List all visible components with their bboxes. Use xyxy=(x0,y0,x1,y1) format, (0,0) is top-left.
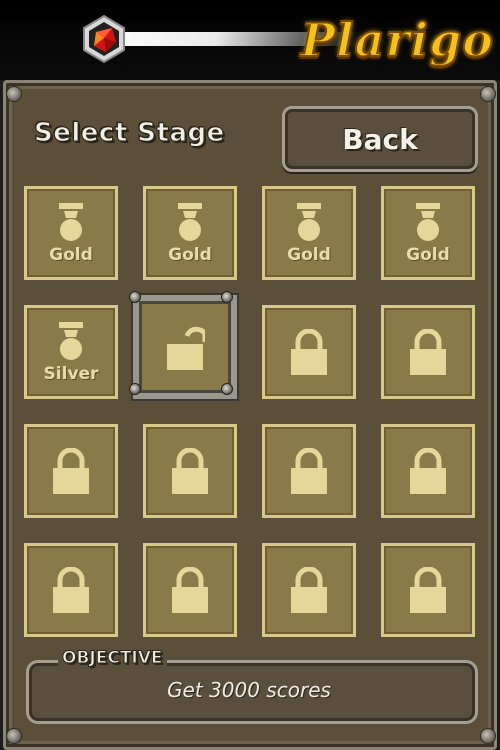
frame-bolt-icon xyxy=(221,291,233,303)
rivet-icon xyxy=(6,728,22,744)
stage-tile-11[interactable] xyxy=(262,424,356,518)
frame-bolt-icon xyxy=(129,383,141,395)
objective-title: OBJECTIVE xyxy=(58,648,167,669)
stage-tile-9[interactable] xyxy=(24,424,118,518)
stage-tile-2[interactable]: Gold xyxy=(143,186,237,280)
stage-medal-label: Silver xyxy=(43,364,99,384)
screen-title: Select Stage xyxy=(34,118,225,149)
stage-tile-1[interactable]: Gold xyxy=(24,186,118,280)
padlock-icon xyxy=(170,566,210,613)
padlock-icon xyxy=(51,566,91,613)
padlock-icon xyxy=(289,566,329,613)
padlock-icon xyxy=(51,447,91,494)
padlock-icon xyxy=(408,447,448,494)
rivet-icon xyxy=(6,86,22,102)
frame-bolt-icon xyxy=(221,383,233,395)
logo-text: Plarigo xyxy=(300,12,494,68)
padlock-icon xyxy=(170,447,210,494)
game-logo: Plarigo xyxy=(244,2,494,78)
top-banner: Plarigo xyxy=(0,0,500,80)
stage-tile-12[interactable] xyxy=(381,424,475,518)
stage-medal-label: Gold xyxy=(406,245,450,265)
stage-medal-label: Gold xyxy=(287,245,331,265)
stage-tile-15[interactable] xyxy=(262,543,356,637)
objective-text: Get 3000 scores xyxy=(167,678,331,702)
unlocked-padlock-icon xyxy=(165,324,208,370)
rivet-icon xyxy=(480,728,496,744)
stage-medal-label: Gold xyxy=(49,245,93,265)
back-button-label: Back xyxy=(342,122,418,156)
ruby-gem-icon xyxy=(80,14,128,64)
medal-icon xyxy=(294,203,324,243)
padlock-icon xyxy=(289,328,329,375)
stage-tile-3[interactable]: Gold xyxy=(262,186,356,280)
frame-bolt-icon xyxy=(129,291,141,303)
stage-tile-10[interactable] xyxy=(143,424,237,518)
stage-tile-8[interactable] xyxy=(381,305,475,399)
medal-icon xyxy=(56,322,86,362)
stage-tile-14[interactable] xyxy=(143,543,237,637)
rivet-icon xyxy=(480,86,496,102)
medal-icon xyxy=(56,203,86,243)
stage-tile-5[interactable]: Silver xyxy=(24,305,118,399)
stage-tile-4[interactable]: Gold xyxy=(381,186,475,280)
stage-tile-13[interactable] xyxy=(24,543,118,637)
back-button[interactable]: Back xyxy=(282,106,478,172)
medal-icon xyxy=(175,203,205,243)
padlock-icon xyxy=(408,566,448,613)
stage-tile-6[interactable] xyxy=(129,291,237,399)
medal-icon xyxy=(413,203,443,243)
stage-tile-7[interactable] xyxy=(262,305,356,399)
stage-medal-label: Gold xyxy=(168,245,212,265)
padlock-icon xyxy=(289,447,329,494)
padlock-icon xyxy=(408,328,448,375)
stage-tile-16[interactable] xyxy=(381,543,475,637)
